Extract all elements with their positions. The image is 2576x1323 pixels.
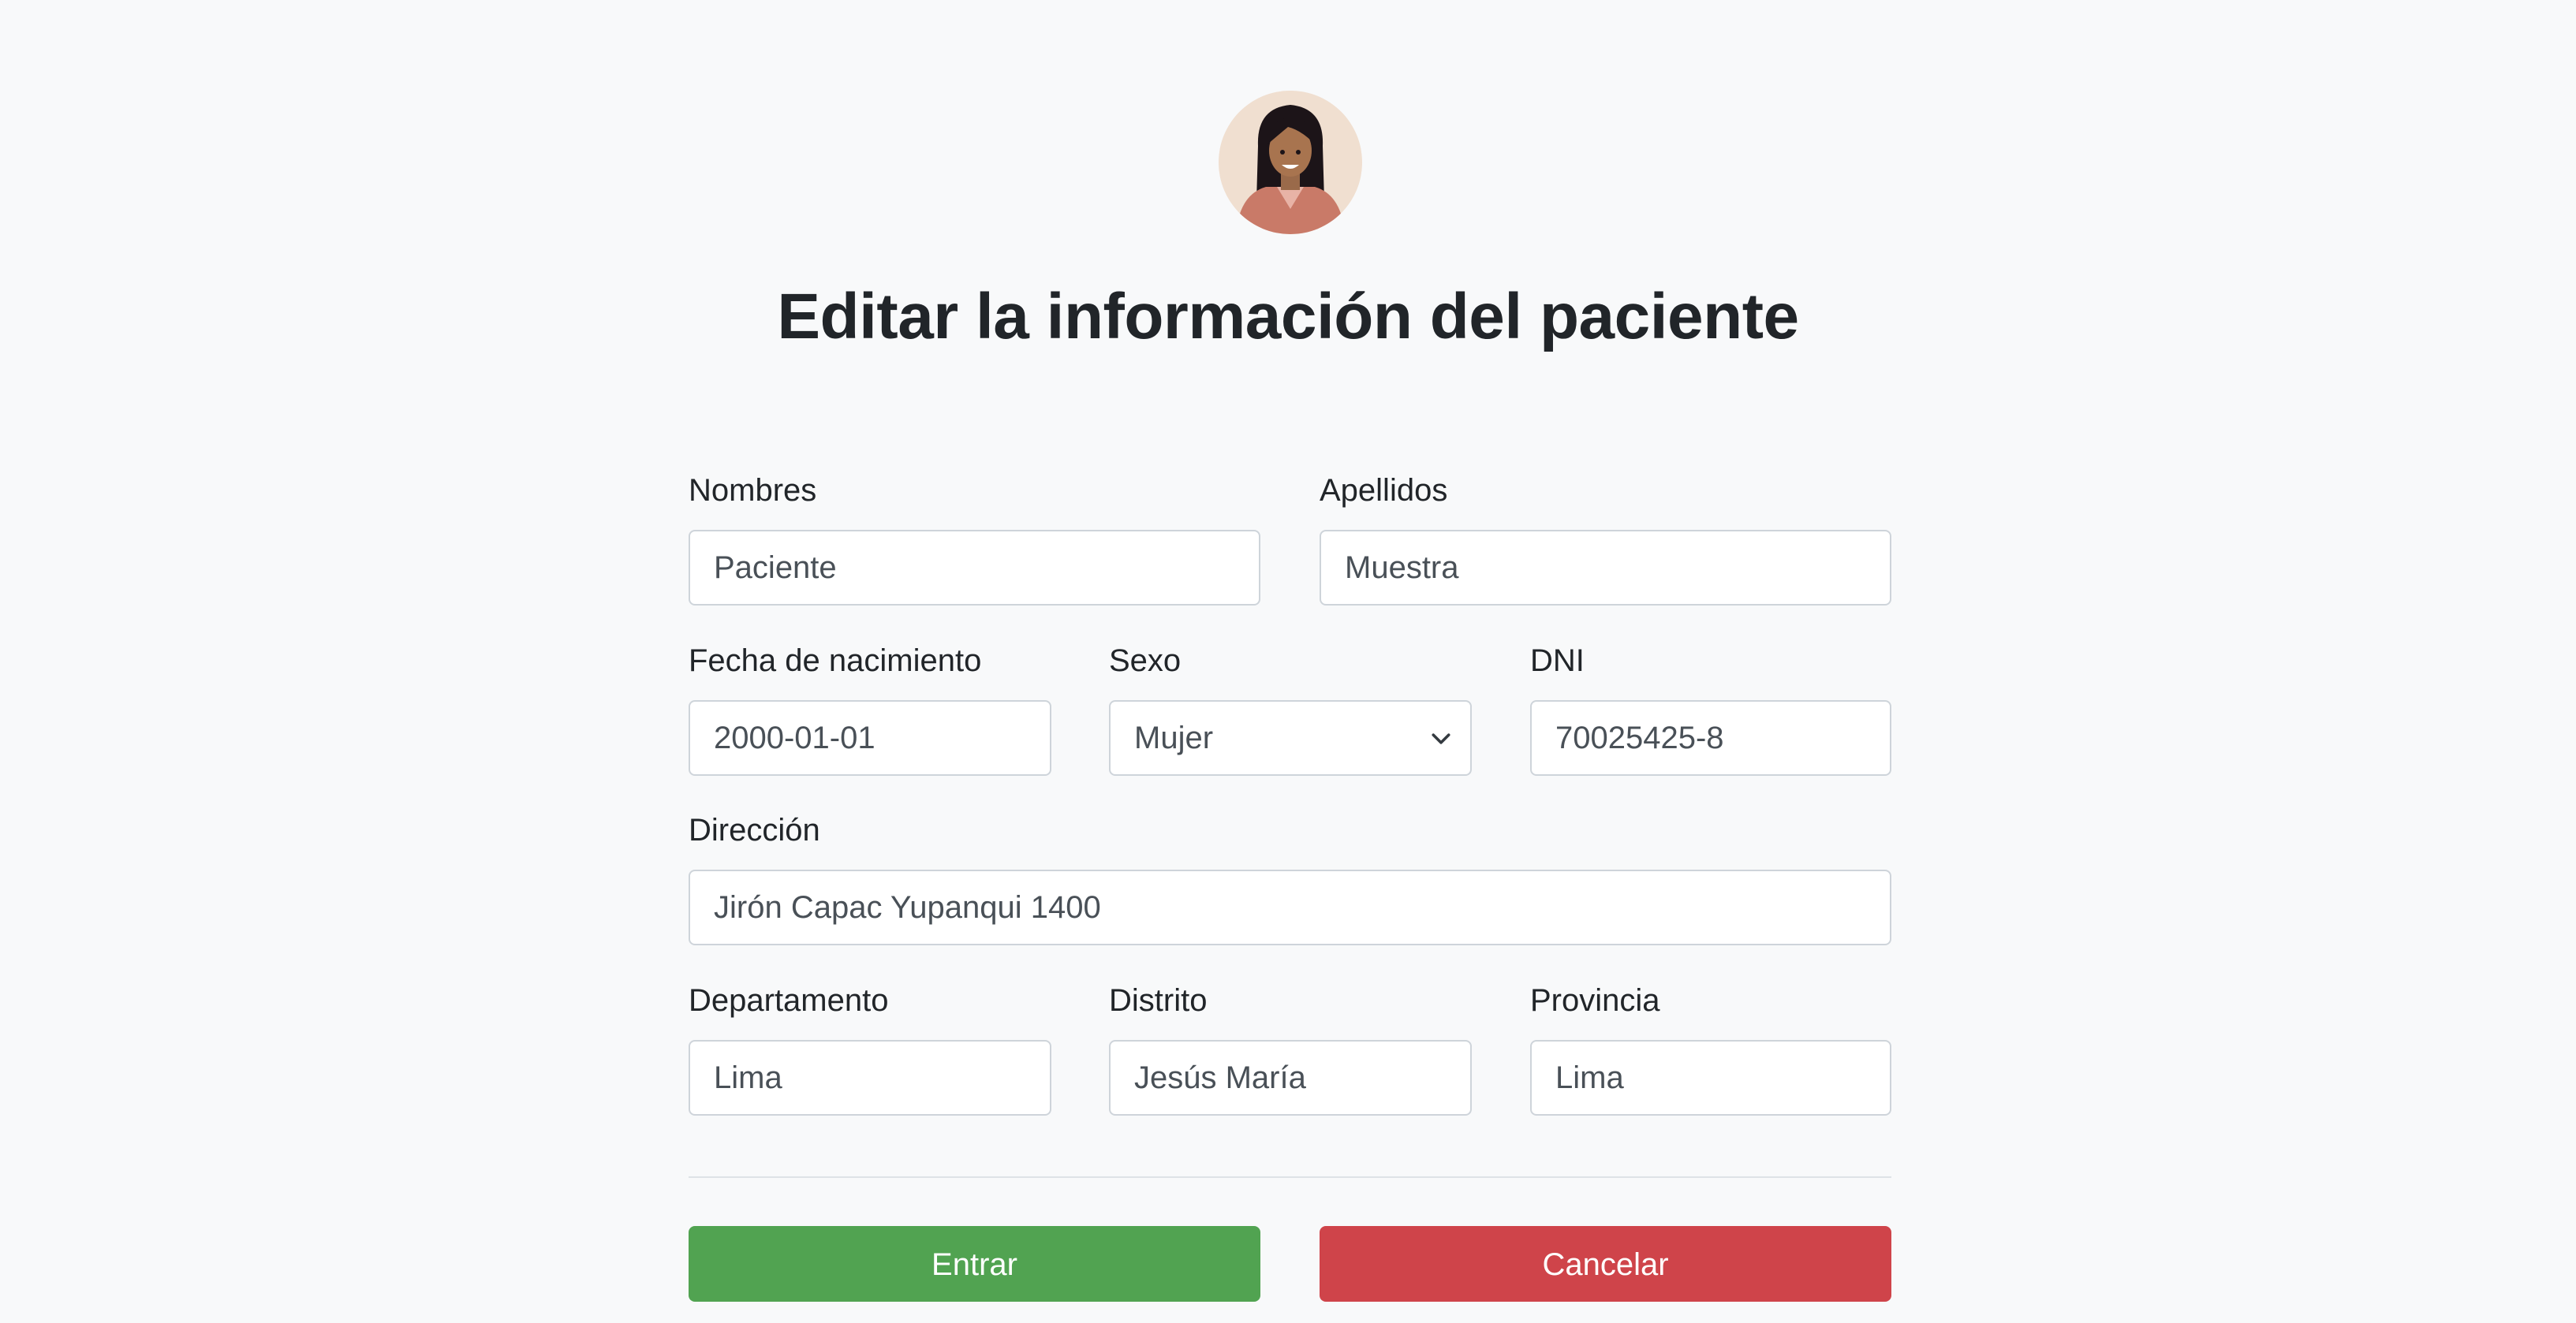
cancel-button[interactable]: Cancelar [1320,1226,1891,1302]
distrito-label: Distrito [1109,983,1208,1018]
page-title: Editar la información del paciente [777,281,1799,352]
apellidos-input[interactable] [1320,530,1891,606]
form-divider [689,1176,1891,1178]
direccion-input[interactable] [689,870,1891,945]
sexo-select[interactable]: Mujer [1109,700,1472,776]
dni-input[interactable] [1530,700,1891,776]
fecha-nacimiento-label: Fecha de nacimiento [689,643,982,678]
departamento-label: Departamento [689,983,889,1018]
woman-avatar-icon [1219,91,1362,234]
distrito-input[interactable] [1109,1040,1472,1116]
departamento-input[interactable] [689,1040,1051,1116]
patient-avatar [1219,91,1362,234]
sexo-selected-value: Mujer [1134,721,1214,755]
sexo-label: Sexo [1109,643,1182,678]
nombres-label: Nombres [689,473,817,508]
dni-label: DNI [1530,643,1585,678]
direccion-label: Dirección [689,813,820,848]
chevron-down-icon [1432,733,1450,744]
submit-button[interactable]: Entrar [689,1226,1260,1302]
apellidos-label: Apellidos [1320,473,1448,508]
provincia-input[interactable] [1530,1040,1891,1116]
provincia-label: Provincia [1530,983,1660,1018]
nombres-input[interactable] [689,530,1260,606]
fecha-nacimiento-input[interactable] [689,700,1051,776]
